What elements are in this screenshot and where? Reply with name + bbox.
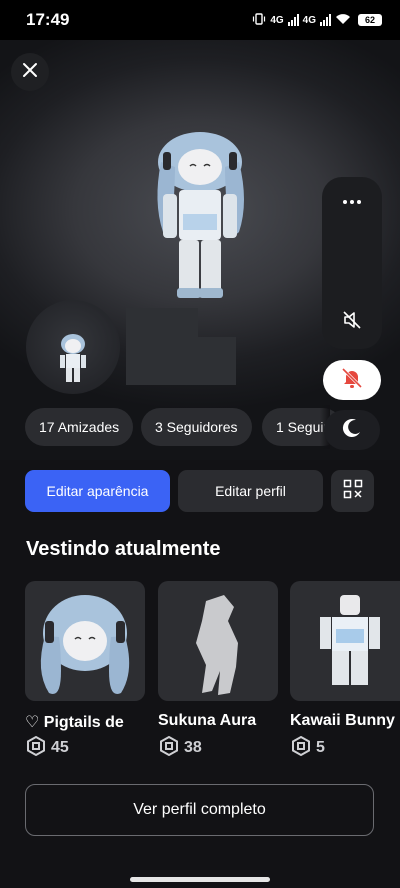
view-full-profile-button[interactable]: Ver perfil completo: [25, 784, 374, 836]
status-time: 17:49: [26, 10, 70, 29]
qr-code-icon: [343, 479, 363, 504]
side-controls-panel: [322, 177, 382, 349]
username-redacted: [126, 337, 236, 385]
network-type-2: 4G: [302, 14, 316, 26]
home-indicator[interactable]: [130, 877, 270, 882]
friends-chip[interactable]: 17 Amizades: [25, 408, 134, 446]
notifications-toggle[interactable]: [323, 360, 381, 400]
vibrate-icon: [252, 12, 266, 28]
status-bar: 17:49 4G 4G 62: [0, 0, 400, 40]
close-icon: [22, 62, 38, 83]
price-value: 45: [51, 739, 69, 756]
robux-icon: [292, 735, 310, 761]
signal-icon: [287, 14, 299, 26]
network-type-1: 4G: [270, 14, 284, 26]
bell-off-icon: [340, 366, 364, 395]
close-button[interactable]: [11, 53, 49, 91]
wearing-item-name: Kawaii Bunny: [290, 712, 395, 729]
signal-icon: [320, 14, 331, 26]
price-value: 38: [184, 739, 202, 756]
battery-icon: 62: [358, 14, 382, 26]
wearing-item-thumb[interactable]: [290, 581, 400, 701]
avatar-3d-preview[interactable]: [145, 122, 255, 302]
more-options-button[interactable]: [322, 187, 382, 217]
more-horizontal-icon: [343, 200, 361, 204]
wifi-icon: [335, 13, 351, 28]
avatar-hero: [0, 40, 400, 460]
dark-mode-button[interactable]: [324, 410, 380, 450]
edit-avatar-button[interactable]: Editar aparência: [25, 470, 170, 512]
wearing-item-price: 5: [292, 735, 325, 761]
wearing-item-thumb[interactable]: [158, 581, 278, 701]
wearing-item-thumb[interactable]: [25, 581, 145, 701]
battery-level: 62: [364, 15, 375, 25]
section-title-wearing: Vestindo atualmente: [26, 538, 221, 560]
edit-profile-button[interactable]: Editar perfil: [178, 470, 323, 512]
avatar-headshot[interactable]: [26, 300, 120, 394]
speaker-muted-icon: [341, 309, 363, 336]
mute-button[interactable]: [337, 307, 367, 337]
wearing-item-price: 45: [27, 735, 69, 761]
robux-icon: [160, 735, 178, 761]
wearing-item-name: ♡ Pigtails de: [25, 714, 124, 731]
followers-chip[interactable]: 3 Seguidores: [141, 408, 252, 446]
qr-code-button[interactable]: [331, 470, 374, 512]
wearing-item-name: Sukuna Aura: [158, 712, 257, 729]
price-value: 5: [316, 739, 325, 756]
moon-icon: [341, 417, 363, 444]
display-name-redacted: [126, 308, 198, 338]
wearing-item-price: 38: [160, 735, 202, 761]
robux-icon: [27, 735, 45, 761]
status-icons: 4G 4G 62: [252, 12, 382, 28]
